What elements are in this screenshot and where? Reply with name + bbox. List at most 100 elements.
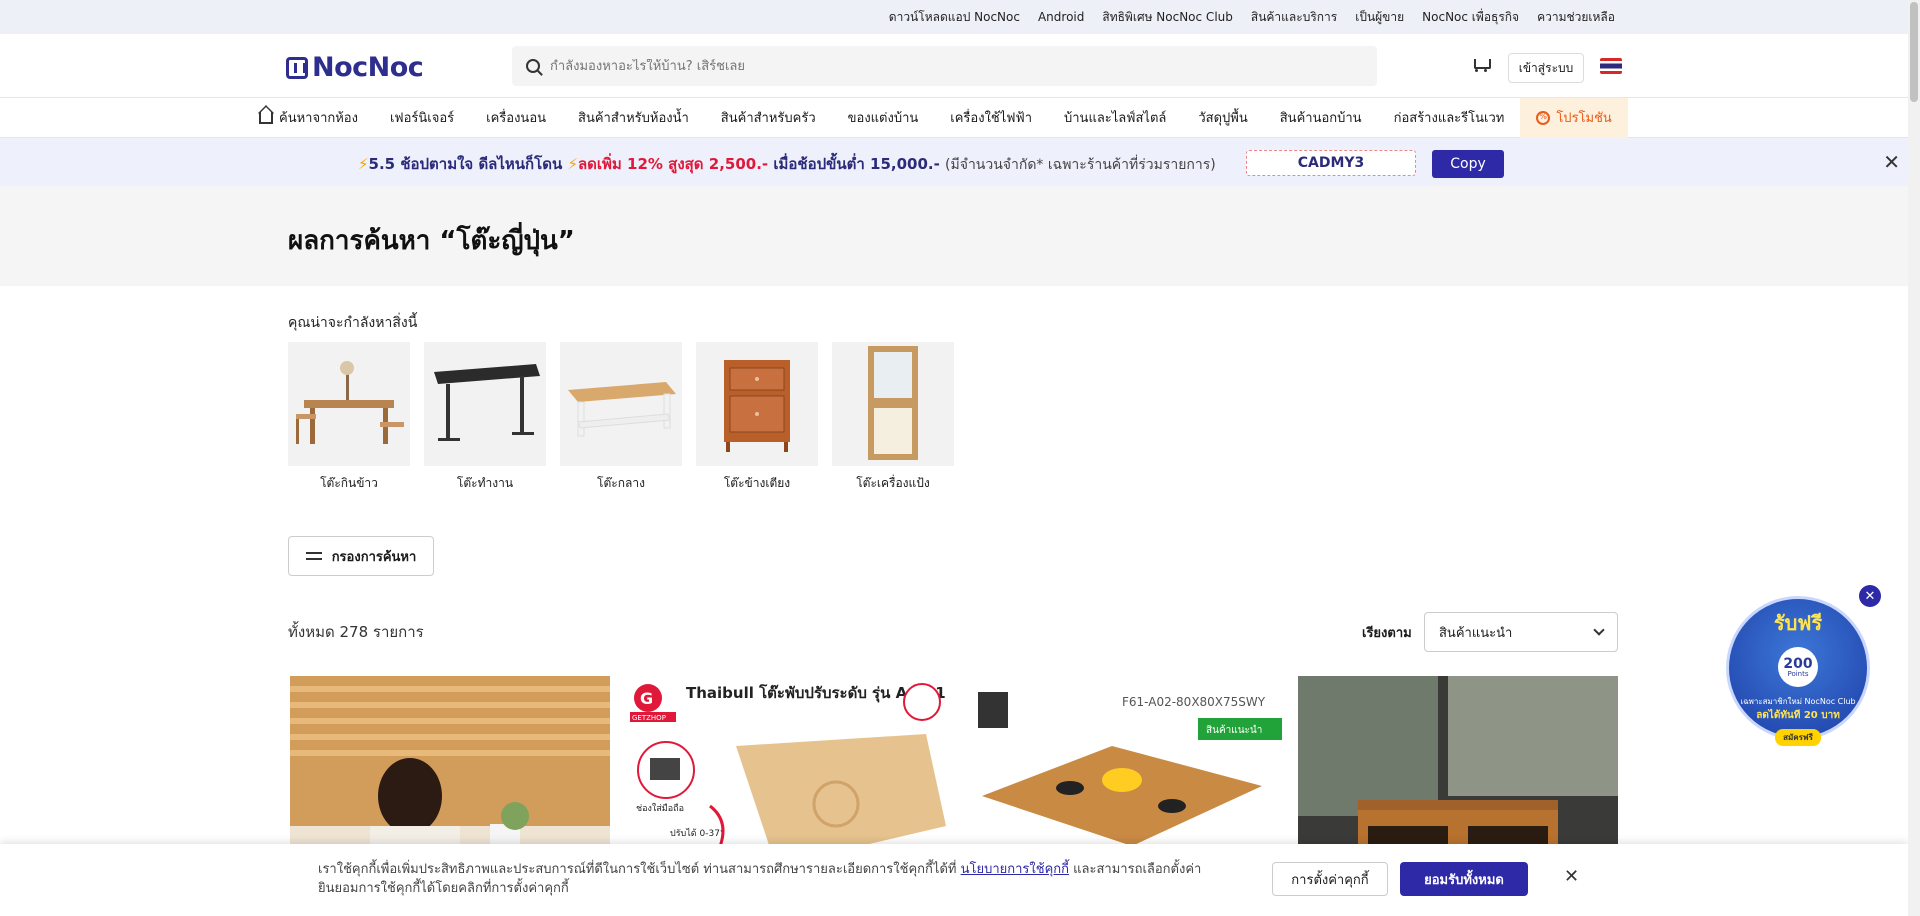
suggestion-label: โต๊ะเครื่องแป้ง <box>856 476 930 490</box>
nightstand-illustration <box>724 360 790 452</box>
category-decor[interactable]: ของแต่งบ้าน <box>832 98 935 138</box>
category-flooring[interactable]: วัสดุปูพื้น <box>1182 98 1263 138</box>
lightning-icon: ⚡ <box>358 155 369 173</box>
scrollbar[interactable] <box>1908 0 1920 916</box>
reward-discount: ลดได้ทันที 20 บาท <box>1756 710 1840 721</box>
utility-services[interactable]: สินค้าและบริการ <box>1242 8 1346 27</box>
cookie-text: เราใช้คุกกี้เพื่อเพิ่มประสิทธิภาพและประส… <box>318 860 1238 898</box>
product-note: ช่องใส่มือถือ <box>636 803 684 814</box>
category-bedding[interactable]: เครื่องนอน <box>470 98 562 138</box>
copy-code-button[interactable]: Copy <box>1432 150 1504 178</box>
reward-close-icon[interactable]: ✕ <box>1859 585 1881 607</box>
logo-text: NocNoc <box>312 52 424 83</box>
category-kitchen[interactable]: สินค้าสำหรับครัว <box>705 98 832 138</box>
suggestion-image <box>560 342 682 466</box>
promo-part4: (มีจำนวนจำกัด* เฉพาะร้านค้าที่ร่วมรายการ… <box>945 157 1216 173</box>
category-nav: ค้นหาจากห้อง เฟอร์นิเจอร์ เครื่องนอน สิน… <box>0 97 1920 138</box>
results-header: ผลการค้นหา “โต๊ะญี่ปุ่น” <box>0 186 1920 286</box>
suggestion-dining-table[interactable]: โต๊ะกินข้าว <box>288 342 410 502</box>
category-shop-by-room[interactable]: ค้นหาจากห้อง <box>243 98 374 138</box>
category-promotion[interactable]: โปรโมชัน <box>1520 97 1628 138</box>
close-icon[interactable]: ✕ <box>1883 150 1900 174</box>
promo-banner: ⚡5.5 ช้อปตามใจ ดีลไหนก็โดน ⚡ลดเพิ่ม 12% … <box>0 138 1920 186</box>
promo-code[interactable]: CADMY3 <box>1246 150 1416 176</box>
login-button[interactable]: เข้าสู่ระบบ <box>1508 53 1584 83</box>
sort-value: สินค้าแนะนำ <box>1439 625 1513 641</box>
filter-icon <box>305 550 322 562</box>
reward-points: 200 Points <box>1778 647 1818 687</box>
product-sku: F61-A02-80X80X75SWY <box>1122 695 1266 709</box>
home-icon <box>259 111 273 124</box>
cookie-text-before: เราใช้คุกกี้เพื่อเพิ่มประสิทธิภาพและประส… <box>318 862 957 877</box>
reward-title: รับฟรี <box>1773 611 1823 635</box>
utility-club[interactable]: สิทธิพิเศษ NocNoc Club <box>1093 8 1242 27</box>
filter-label: กรองการค้นหา <box>331 549 417 565</box>
reward-signup-button[interactable]: สมัครฟรี <box>1775 729 1821 746</box>
recommended-badge: สินค้าแนะนำ <box>1206 724 1262 736</box>
promotion-icon <box>1536 110 1551 125</box>
suggestion-nightstand[interactable]: โต๊ะข้างเตียง <box>696 342 818 502</box>
suggestion-image <box>832 342 954 466</box>
category-label: ค้นหาจากห้อง <box>279 111 358 126</box>
product-note: ปรับได้ 0-37° <box>670 828 724 839</box>
suggestion-image <box>696 342 818 466</box>
sort-select[interactable]: สินค้าแนะนำ <box>1424 612 1618 652</box>
category-appliances[interactable]: เครื่องใช้ไฟฟ้า <box>934 98 1048 138</box>
result-count: ทั้งหมด 278 รายการ <box>288 623 424 641</box>
suggestion-label: โต๊ะกลาง <box>597 476 645 490</box>
logo-mark-icon <box>286 56 308 79</box>
suggestion-label: โต๊ะกินข้าว <box>320 476 378 490</box>
dining-table-illustration <box>296 361 404 444</box>
promo-part3: เมื่อช้อปขั้นต่ำ 15,000.- <box>773 155 940 173</box>
reward-sub: เฉพาะสมาชิกใหม่ NocNoc Club <box>1740 697 1856 706</box>
search-bar[interactable] <box>512 46 1377 86</box>
suggestion-vanity[interactable]: โต๊ะเครื่องแป้ง <box>832 342 954 502</box>
cookie-settings-button[interactable]: การตั้งค่าคุกกี้ <box>1272 862 1388 896</box>
category-bathroom[interactable]: สินค้าสำหรับห้องน้ำ <box>562 98 705 138</box>
category-lifestyle[interactable]: บ้านและไลฟ์สไตล์ <box>1048 98 1182 138</box>
coffee-table-illustration <box>568 382 676 437</box>
thai-flag-icon[interactable] <box>1600 58 1622 74</box>
desk-illustration <box>434 364 540 441</box>
reward-points-unit: Points <box>1787 669 1809 678</box>
reward-points-value: 200 <box>1783 655 1813 672</box>
utility-help[interactable]: ความช่วยเหลือ <box>1528 8 1624 27</box>
suggestion-image <box>424 342 546 466</box>
brand-text: GETZHOP <box>632 714 666 722</box>
utility-bar: ดาวน์โหลดแอป NocNoc Android สิทธิพิเศษ N… <box>0 0 1920 34</box>
promo-text[interactable]: ⚡5.5 ช้อปตามใจ ดีลไหนก็โดน ⚡ลดเพิ่ม 12% … <box>358 152 1216 176</box>
svg-text:G: G <box>640 689 653 708</box>
category-label: โปรโมชัน <box>1556 111 1612 126</box>
logo[interactable]: NocNoc <box>286 52 424 83</box>
cart-icon[interactable] <box>1472 56 1491 72</box>
suggestion-list: โต๊ะกินข้าว โต๊ะทำงาน โต๊ะกลาง โต๊ะข้างเ… <box>288 342 954 502</box>
sort-label: เรียงตาม <box>1362 626 1412 641</box>
suggestion-label: โต๊ะข้างเตียง <box>723 476 791 490</box>
category-furniture[interactable]: เฟอร์นิเจอร์ <box>374 98 470 138</box>
utility-seller[interactable]: เป็นผู้ขาย <box>1346 8 1413 27</box>
chevron-down-icon <box>1593 624 1605 636</box>
accept-all-button[interactable]: ยอมรับทั้งหมด <box>1400 862 1528 896</box>
utility-business[interactable]: NocNoc เพื่อธุรกิจ <box>1413 8 1528 27</box>
promo-part1: 5.5 ช้อปตามใจ ดีลไหนก็โดน <box>368 155 563 173</box>
search-input[interactable] <box>550 58 1310 74</box>
filter-button[interactable]: กรองการค้นหา <box>288 536 434 576</box>
suggestion-title: คุณน่าจะกำลังหาสิ่งนี้ <box>288 315 418 331</box>
utility-download-app[interactable]: ดาวน์โหลดแอป NocNoc <box>880 8 1029 27</box>
search-icon[interactable] <box>526 59 540 73</box>
suggestion-desk[interactable]: โต๊ะทำงาน <box>424 342 546 502</box>
header: NocNoc เข้าสู่ระบบ <box>0 34 1920 98</box>
promo-part2: ลดเพิ่ม 12% สูงสุด 2,500.- <box>577 155 769 173</box>
close-icon[interactable]: ✕ <box>1564 866 1579 887</box>
cookie-policy-link[interactable]: นโยบายการใช้คุกกี้ <box>961 862 1069 877</box>
utility-android[interactable]: Android <box>1029 10 1093 24</box>
suggestion-image <box>288 342 410 466</box>
scrollbar-thumb[interactable] <box>1910 2 1918 102</box>
lightning-icon: ⚡ <box>567 155 578 173</box>
page-title: ผลการค้นหา “โต๊ะญี่ปุ่น” <box>288 226 575 256</box>
category-construction[interactable]: ก่อสร้างและรีโนเวท <box>1378 98 1521 138</box>
suggestion-label: โต๊ะทำงาน <box>456 476 514 490</box>
category-outdoor[interactable]: สินค้านอกบ้าน <box>1264 98 1378 138</box>
reward-badge[interactable]: รับฟรี 200 Points เฉพาะสมาชิกใหม่ NocNoc… <box>1726 596 1870 746</box>
suggestion-coffee-table[interactable]: โต๊ะกลาง <box>560 342 682 502</box>
